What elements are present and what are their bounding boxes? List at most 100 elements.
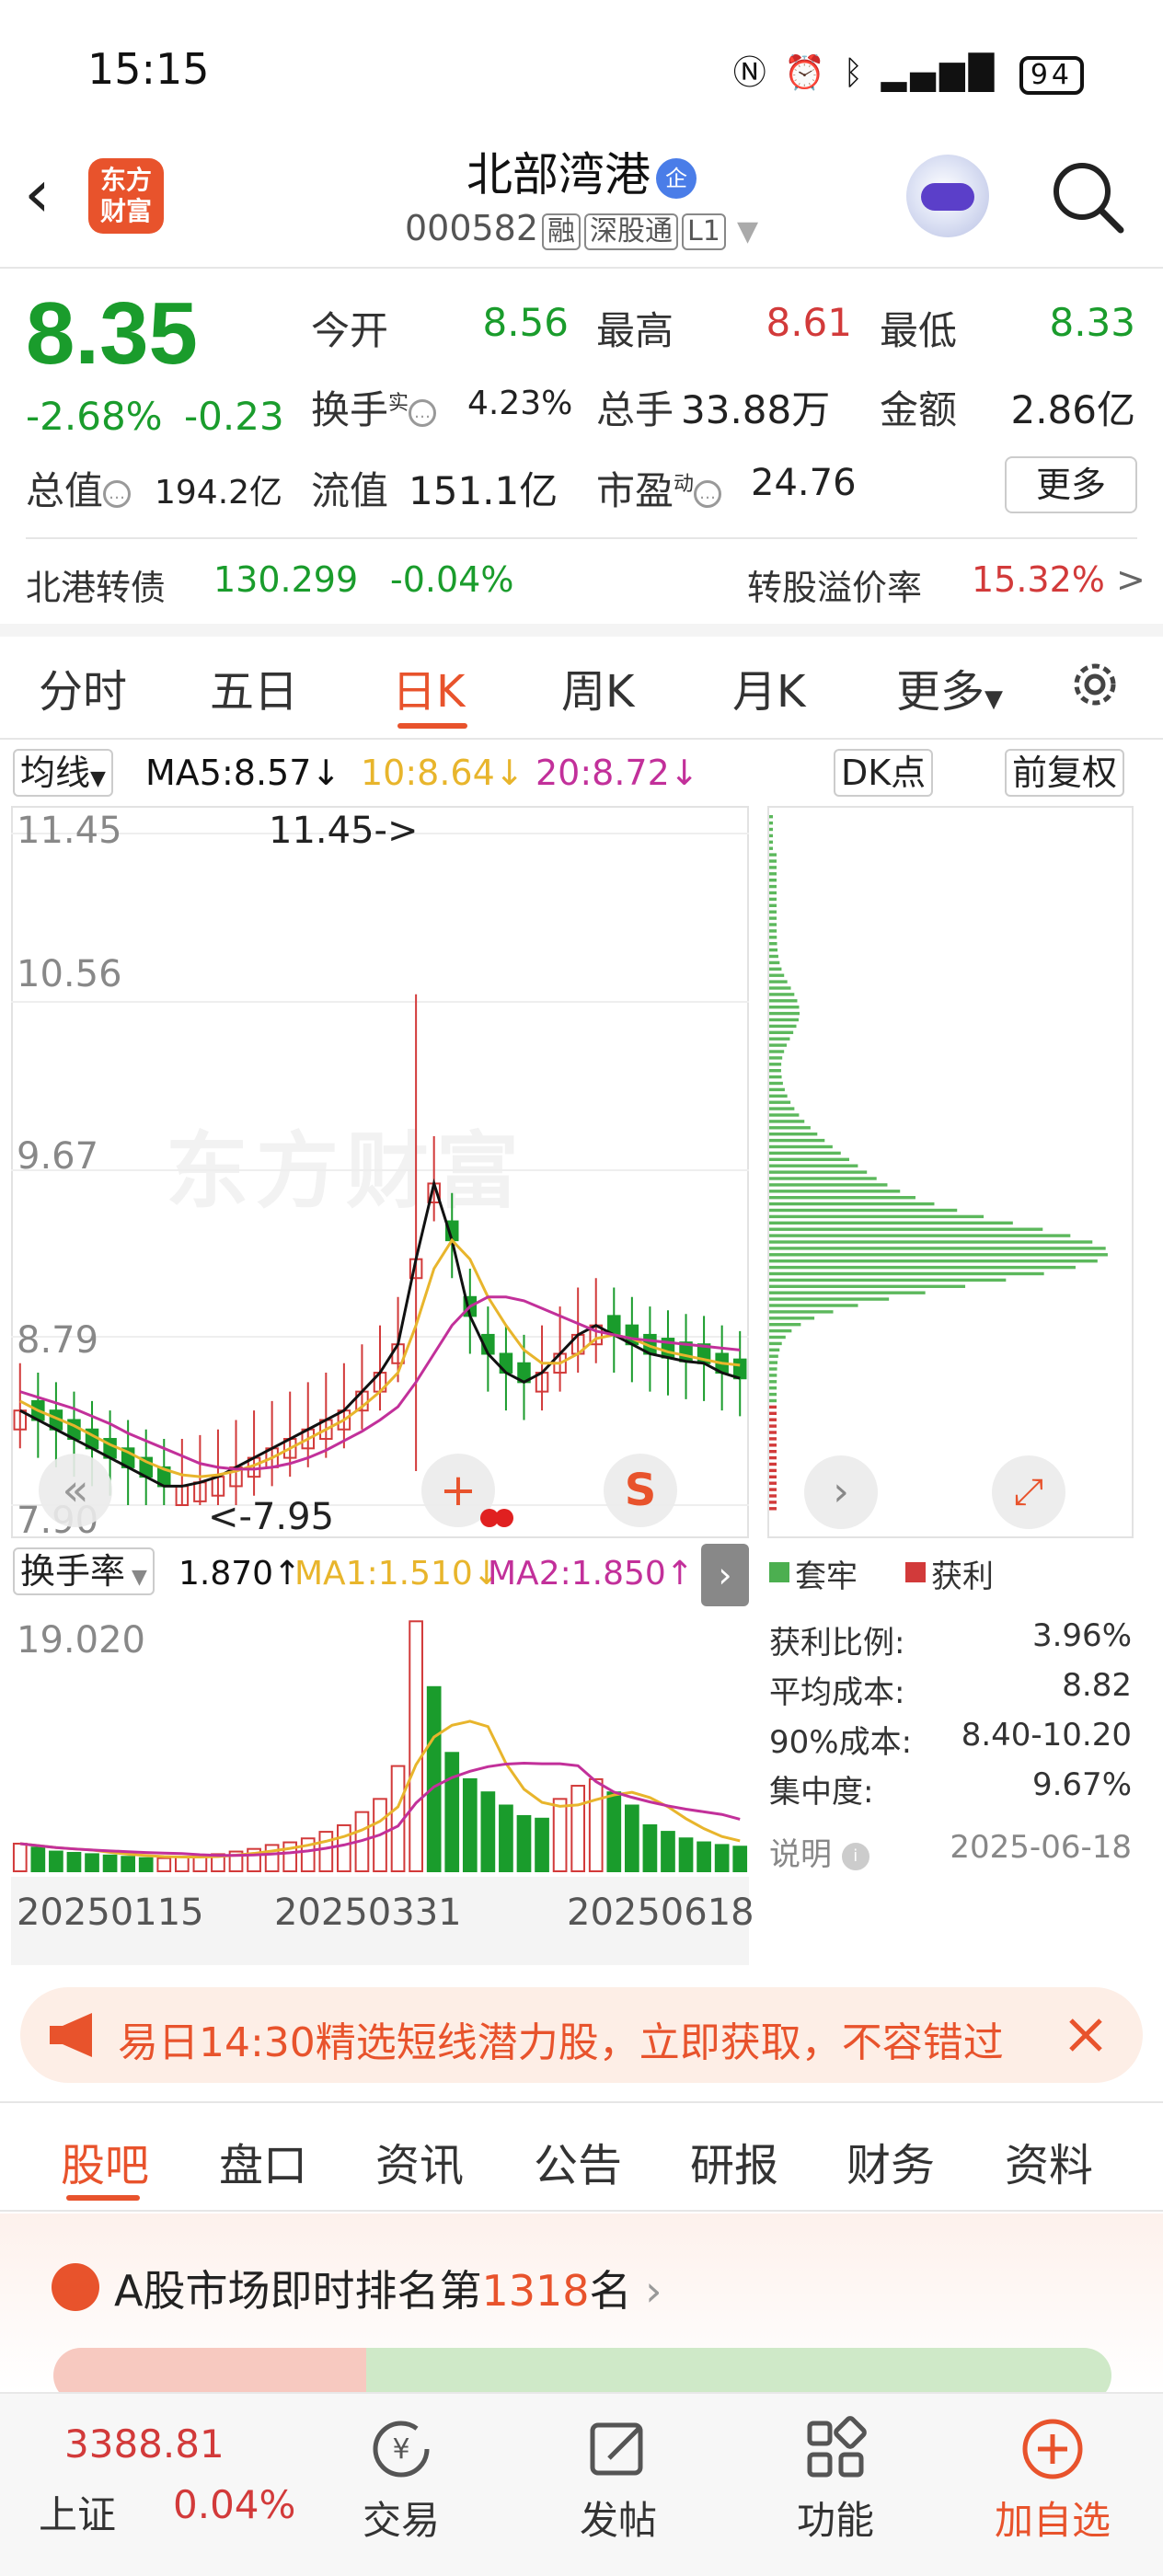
high-value: 8.61	[766, 300, 852, 345]
chip-bar	[769, 1398, 777, 1403]
premium-value[interactable]: 15.32% >	[972, 559, 1146, 600]
chip-bar	[769, 1374, 777, 1377]
tab-5day[interactable]: 五日	[210, 655, 298, 719]
divider	[26, 537, 1137, 539]
chip-bar	[769, 1126, 811, 1130]
tab-news[interactable]: 资讯	[375, 2129, 464, 2193]
info-icon[interactable]: …	[694, 479, 722, 508]
tab-finance[interactable]: 财务	[846, 2129, 935, 2193]
nav-add-watchlist[interactable]: 加自选	[979, 2416, 1126, 2546]
index-name[interactable]: 上证	[39, 2484, 116, 2540]
ma-selector[interactable]: 均线▼	[13, 749, 113, 797]
chip-bar	[769, 1234, 1071, 1237]
bond-label[interactable]: 北港转债	[26, 559, 166, 610]
tab-research[interactable]: 研报	[690, 2129, 778, 2193]
legend-swatch-profit	[905, 1562, 926, 1582]
tab-announcements[interactable]: 公告	[534, 2129, 622, 2193]
chevron-right-icon: >	[1116, 559, 1146, 600]
explain-link[interactable]: 说明 i	[769, 1829, 869, 1874]
index-change[interactable]: 0.04%	[173, 2482, 295, 2527]
chip-bar	[769, 1164, 858, 1167]
candle-body	[732, 1358, 747, 1380]
chip-bar	[769, 1455, 777, 1460]
dropdown-icon: ▼	[90, 767, 106, 790]
volume-label: 总手	[596, 387, 674, 432]
expand-icon[interactable]: ⤢	[992, 1455, 1065, 1529]
chip-bar	[769, 923, 777, 926]
nav-trade[interactable]: ¥ 交易	[328, 2416, 475, 2546]
stock-code: 000582	[404, 208, 539, 248]
chip-bar	[769, 1481, 777, 1485]
tab-market[interactable]: 盘口	[219, 2129, 307, 2193]
adjust-button[interactable]: 前复权	[1005, 749, 1125, 797]
chip-bar	[769, 1087, 785, 1092]
info-icon[interactable]: …	[409, 398, 437, 427]
turnover-bar	[12, 1842, 28, 1873]
turnover-bar	[102, 1854, 118, 1872]
dropdown-icon[interactable]: ▼	[737, 215, 758, 247]
turnover-bar	[49, 1850, 63, 1872]
min-marker: <-7.95	[208, 1496, 335, 1538]
chip-bar	[769, 1278, 1007, 1282]
turnover-bar	[337, 1823, 351, 1872]
search-icon[interactable]	[1049, 158, 1126, 236]
tab-weekly-k[interactable]: 周K	[561, 655, 634, 719]
info-icon[interactable]: …	[103, 479, 132, 508]
add-circle-icon	[1022, 2419, 1083, 2479]
chip-bar	[769, 967, 782, 971]
indicator-selector[interactable]: 换手率 ▼	[13, 1547, 155, 1595]
nav-post[interactable]: 发帖	[545, 2416, 692, 2546]
change-percent: -2.68%	[26, 394, 163, 439]
chevron-right-button[interactable]: ›	[804, 1455, 878, 1529]
tag-level: L1	[682, 213, 726, 250]
chip-bar	[769, 1133, 818, 1136]
chip-bar	[769, 1392, 777, 1397]
chevron-right-icon: ›	[645, 2266, 662, 2316]
chip-bar	[769, 872, 777, 876]
amount-value: 2.86亿	[1010, 387, 1135, 432]
chip-bar	[769, 821, 773, 825]
tag-margin: 融	[542, 213, 582, 250]
tag-connect: 深股通	[584, 213, 679, 250]
turnover-value: 4.23%	[467, 385, 573, 422]
chip-bar	[769, 1050, 785, 1053]
tab-forum[interactable]: 股吧	[61, 2129, 149, 2193]
strategy-s-icon[interactable]: S	[604, 1454, 677, 1527]
chip-bar	[769, 1443, 777, 1447]
kline-chart[interactable]	[11, 806, 749, 1538]
stock-code-row[interactable]: 000582 融深股通 L1 ▼	[0, 208, 1163, 250]
index-value[interactable]: 3388.81	[64, 2421, 225, 2467]
status-time: 15:15	[87, 44, 210, 94]
chip-bar	[769, 936, 777, 939]
tab-more[interactable]: 更多▼	[896, 655, 1003, 719]
chip-bar	[769, 1240, 1093, 1244]
low-label: 最低	[880, 308, 958, 353]
stat-value: 8.40-10.20	[961, 1717, 1132, 1754]
scroll-left-button[interactable]: «	[39, 1454, 112, 1527]
chip-bar	[769, 1100, 791, 1104]
chip-bar	[769, 891, 777, 895]
nav-functions[interactable]: 功能	[762, 2416, 909, 2546]
premium-label[interactable]: 转股溢价率	[747, 559, 922, 610]
expand-panel-button[interactable]: ›	[701, 1544, 749, 1606]
info-icon: i	[841, 1842, 869, 1870]
chip-bar	[769, 1113, 800, 1117]
more-button[interactable]: 更多	[1005, 456, 1137, 513]
tab-daily-k[interactable]: 日K	[392, 655, 465, 719]
close-icon[interactable]	[1058, 2007, 1113, 2063]
tab-profile[interactable]: 资料	[1005, 2129, 1093, 2193]
chip-bar	[769, 993, 795, 996]
banner-text[interactable]: 易日14:30精选短线潜力股，立即获取，不容错过	[118, 2009, 1029, 2068]
gear-icon[interactable]	[1065, 655, 1124, 714]
dk-point-button[interactable]: DK点	[834, 749, 934, 797]
rank-link[interactable]: A股市场即时排名第1318名 ›	[114, 2258, 662, 2318]
chip-bar	[769, 1367, 777, 1371]
chip-bar	[769, 1304, 858, 1307]
chip-bar	[769, 834, 773, 838]
tab-intraday[interactable]: 分时	[39, 655, 127, 719]
chip-bar	[769, 1348, 780, 1351]
chip-bar	[769, 1424, 777, 1428]
tab-monthly-k[interactable]: 月K	[732, 655, 805, 719]
chip-bar	[769, 1328, 792, 1333]
turnover-bar	[588, 1777, 604, 1873]
